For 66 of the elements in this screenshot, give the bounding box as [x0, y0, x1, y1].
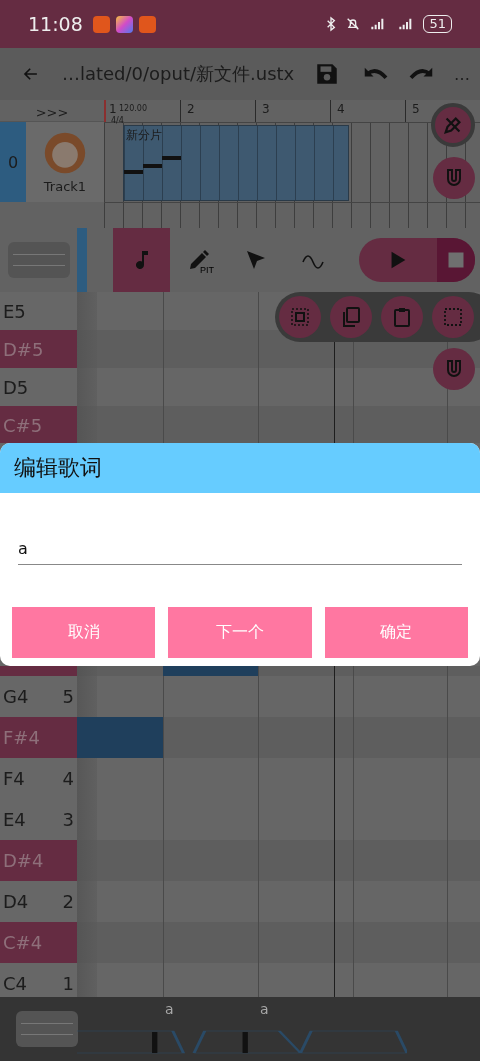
- tool-button[interactable]: [432, 296, 474, 338]
- key-label: C4: [3, 973, 28, 994]
- key-label: C#5: [3, 414, 43, 436]
- select-all-icon: [288, 305, 312, 329]
- note-mark: [143, 164, 162, 168]
- pencil-cross-icon: [442, 114, 464, 136]
- bar-number: 1: [109, 102, 117, 116]
- lyric-input[interactable]: a: [18, 539, 462, 565]
- piano-key[interactable]: D#4: [0, 840, 77, 881]
- lyric-label: a: [165, 1001, 174, 1017]
- piano-key[interactable]: C#5: [0, 406, 77, 443]
- key-number: 1: [62, 973, 74, 994]
- key-number: 5: [62, 686, 74, 707]
- note-mark: [124, 170, 143, 174]
- part-name: 新分片: [126, 127, 162, 144]
- time-signature: 4/4: [111, 116, 124, 125]
- track-number: 0: [0, 122, 26, 202]
- stop-button[interactable]: [437, 238, 475, 282]
- avatar: [43, 130, 87, 175]
- stop-icon: [446, 250, 466, 270]
- bar-number: 4: [337, 102, 345, 116]
- key-label: D#4: [3, 850, 44, 871]
- key-number: 2: [62, 891, 74, 912]
- more-menu[interactable]: …: [454, 64, 470, 84]
- bar-number: 2: [187, 102, 195, 116]
- note-mark: [162, 156, 181, 160]
- key-label: D#5: [3, 338, 44, 360]
- file-path: …lated/0/oput/新文件.ustx: [61, 62, 295, 86]
- key-label: G4: [3, 686, 29, 707]
- tempo-label: 120.00: [119, 104, 147, 113]
- battery-level: 51: [423, 15, 452, 33]
- key-label: C#4: [3, 932, 43, 953]
- deselect-icon: [441, 305, 465, 329]
- piano-key[interactable]: C#4: [0, 922, 77, 963]
- tool-button[interactable]: [113, 228, 170, 292]
- tool-button[interactable]: [279, 296, 321, 338]
- clock: 11:08: [28, 13, 83, 35]
- key-label: E5: [3, 300, 26, 322]
- key-label: D4: [3, 891, 29, 912]
- dialog-title: 编辑歌词: [0, 443, 480, 493]
- lyric-label: a: [260, 1001, 269, 1017]
- key-number: 3: [62, 809, 74, 830]
- bar-number: 3: [262, 102, 270, 116]
- key-number: 4: [62, 768, 74, 789]
- tool-button[interactable]: PIT: [170, 228, 227, 292]
- key-label: F4: [3, 768, 25, 789]
- key-label: D5: [3, 376, 29, 398]
- track-color-bar: [77, 228, 87, 292]
- drag-handle[interactable]: [16, 1011, 78, 1047]
- drag-handle[interactable]: [8, 242, 70, 278]
- key-label: F#4: [3, 727, 40, 748]
- piano-key[interactable]: D#5: [0, 330, 77, 368]
- track-header[interactable]: Track1: [26, 122, 104, 202]
- tool-button[interactable]: [381, 296, 423, 338]
- tool-button[interactable]: [330, 296, 372, 338]
- bar-number: 5: [412, 102, 420, 116]
- key-label: E4: [3, 809, 26, 830]
- part-block[interactable]: 新分片: [123, 125, 349, 201]
- piano-key[interactable]: F#4: [0, 717, 77, 758]
- dialog-button[interactable]: 取消: [12, 607, 156, 658]
- app-icon: [115, 15, 133, 33]
- app-icon: [92, 15, 110, 33]
- dialog-button[interactable]: 下一个: [168, 607, 312, 658]
- pitch-label: PIT: [200, 265, 214, 275]
- app-icon: [138, 15, 156, 33]
- dialog-button[interactable]: 确定: [324, 607, 468, 658]
